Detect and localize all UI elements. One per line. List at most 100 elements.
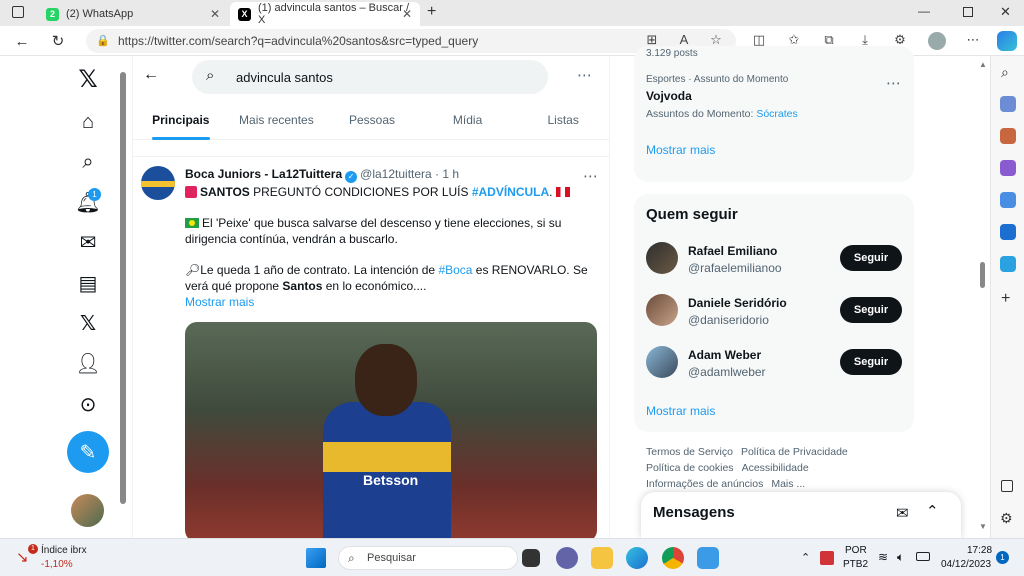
trend-name[interactable]: Vojvoda (646, 89, 692, 103)
nav-scrollbar[interactable] (120, 72, 126, 504)
tweet-author-name[interactable]: Boca Juniors - La12Tuittera (185, 167, 342, 181)
follow-row[interactable]: Adam Weber @adamlweber Seguir (646, 346, 902, 386)
more-menu-icon[interactable]: ⋯ (964, 32, 982, 48)
notes-app-icon[interactable] (697, 547, 719, 569)
task-view-icon[interactable] (522, 549, 540, 567)
tab-twitter-search[interactable]: X (1) advincula santos – Buscar / X ✕ (230, 2, 420, 26)
lists-icon[interactable]: ▤ (75, 270, 101, 296)
close-icon[interactable]: ✕ (210, 7, 220, 21)
scroll-down-icon[interactable]: ▼ (979, 522, 987, 531)
edge-browser-icon[interactable] (626, 547, 648, 569)
trend-more-icon[interactable]: ⋯ (886, 74, 901, 92)
premium-x-icon[interactable]: 𝕏 (75, 310, 101, 336)
hashtag-advincula[interactable]: #ADVÍNCULA (472, 185, 549, 199)
footer-link[interactable]: Política de cookies (646, 462, 734, 474)
trends-show-more[interactable]: Mostrar mais (646, 143, 715, 157)
account-avatar[interactable] (71, 494, 104, 527)
tray-app-icon[interactable] (820, 551, 834, 565)
follow-button[interactable]: Seguir (840, 349, 902, 375)
who-to-follow-show-more[interactable]: Mostrar mais (646, 404, 715, 418)
show-more-link[interactable]: Mostrar mais (185, 294, 605, 310)
home-icon[interactable]: ⌂ (75, 109, 101, 135)
file-explorer-icon[interactable] (591, 547, 613, 569)
tweet-more-icon[interactable]: ⋯ (583, 167, 598, 185)
footer-link[interactable]: Informações de anúncios (646, 478, 763, 490)
scroll-up-icon[interactable]: ▲ (979, 60, 987, 69)
new-message-icon[interactable]: ✉ (896, 504, 909, 522)
microsoft365-icon[interactable] (1000, 192, 1016, 208)
tweet-author-avatar[interactable] (141, 166, 175, 200)
read-aloud-icon[interactable]: A (675, 32, 693, 47)
messages-envelope-icon[interactable]: ✉ (75, 229, 101, 255)
tab-listas[interactable]: Listas (515, 100, 609, 139)
tab-pessoas[interactable]: Pessoas (324, 100, 420, 139)
add-icon[interactable]: + (1001, 290, 1010, 308)
taskbar-search[interactable]: ⌕ Pesquisar (338, 546, 518, 570)
footer-link[interactable]: Termos de Serviço (646, 446, 733, 458)
search-input[interactable]: ⌕ advincula santos (192, 60, 548, 94)
sidebar-layout-icon[interactable] (1001, 480, 1013, 492)
x-logo-icon[interactable]: 𝕏 (75, 66, 101, 93)
tweet-image[interactable]: Betsson (185, 322, 597, 538)
chat-icon[interactable] (556, 547, 578, 569)
page-scrollbar[interactable] (980, 262, 985, 288)
drop-icon[interactable] (1000, 256, 1016, 272)
close-icon[interactable]: ✕ (402, 7, 412, 21)
back-icon[interactable]: ← (12, 31, 32, 51)
new-tab-icon[interactable]: + (427, 3, 436, 21)
outlook-icon[interactable] (1000, 224, 1016, 240)
copilot-icon[interactable] (997, 31, 1017, 51)
user-name[interactable]: Adam Weber (688, 348, 761, 362)
volume-icon[interactable]: 🔈︎ (897, 550, 904, 565)
stock-chart-icon[interactable]: ↘ (16, 548, 29, 566)
tab-actions-icon[interactable] (12, 6, 24, 18)
compose-post-button[interactable]: ✎ (67, 431, 109, 473)
follow-row[interactable]: Rafael Emiliano @rafaelemilianoo Seguir (646, 242, 902, 282)
search-icon[interactable]: ⌕ (1001, 64, 1009, 81)
tray-chevron-icon[interactable]: ⌃ (801, 551, 810, 564)
more-circle-icon[interactable]: ⊙ (75, 391, 101, 417)
profile-person-icon[interactable]: 👤︎ (75, 350, 101, 376)
tab-mais-recentes[interactable]: Mais recentes (229, 100, 325, 139)
tab-principais[interactable]: Principais (133, 100, 229, 140)
windows-start-icon[interactable] (306, 548, 326, 568)
user-name[interactable]: Rafael Emiliano (688, 244, 777, 258)
clock-time[interactable]: 17:28 (967, 545, 992, 556)
follow-row[interactable]: Daniele Seridório @daniseridorio Seguir (646, 294, 902, 334)
tools-icon[interactable] (1000, 128, 1016, 144)
footer-link[interactable]: Acessibilidade (742, 462, 809, 474)
maximize-icon[interactable] (963, 7, 973, 17)
profile-avatar[interactable] (928, 32, 946, 50)
user-name[interactable]: Daniele Seridório (688, 296, 787, 310)
clock-date[interactable]: 04/12/2023 (941, 559, 991, 570)
user-avatar[interactable] (646, 346, 678, 378)
games-icon[interactable] (1000, 160, 1016, 176)
footer-link[interactable]: Política de Privacidade (741, 446, 848, 458)
notification-count[interactable]: 1 (996, 551, 1009, 564)
tweet-handle[interactable]: @la12tuittera (360, 167, 432, 181)
more-options-icon[interactable]: ⋯ (577, 66, 592, 84)
user-avatar[interactable] (646, 242, 678, 274)
tab-whatsapp[interactable]: 2 (2) WhatsApp ✕ (38, 2, 228, 26)
expand-chevron-icon[interactable]: ⌃ (926, 502, 939, 520)
close-window-icon[interactable]: ✕ (1000, 4, 1011, 20)
messages-drawer[interactable]: Mensagens ✉ ⌃ (641, 492, 961, 538)
follow-button[interactable]: Seguir (840, 245, 902, 271)
tab-midia[interactable]: Mídia (420, 100, 516, 139)
hashtag-boca[interactable]: #Boca (438, 263, 472, 277)
settings-gear-icon[interactable]: ⚙ (1000, 510, 1013, 527)
tweet[interactable]: Boca Juniors - La12Tuittera ✓ @la12tuitter… (133, 156, 609, 538)
back-arrow-icon[interactable]: ← (143, 66, 159, 84)
tweet-time[interactable]: 1 h (442, 167, 459, 181)
language-indicator[interactable]: POR (845, 545, 867, 556)
reload-icon[interactable]: ↻ (48, 31, 68, 51)
trend-related-link[interactable]: Sócrates (756, 108, 797, 120)
follow-button[interactable]: Seguir (840, 297, 902, 323)
explore-search-icon[interactable]: ⌕ (75, 149, 101, 175)
user-avatar[interactable] (646, 294, 678, 326)
minimize-icon[interactable]: — (918, 4, 930, 18)
footer-link[interactable]: Mais ... (771, 478, 805, 490)
shopping-icon[interactable] (1000, 96, 1016, 112)
stock-name[interactable]: Índice ibrx (41, 545, 87, 556)
battery-icon[interactable] (916, 552, 930, 561)
